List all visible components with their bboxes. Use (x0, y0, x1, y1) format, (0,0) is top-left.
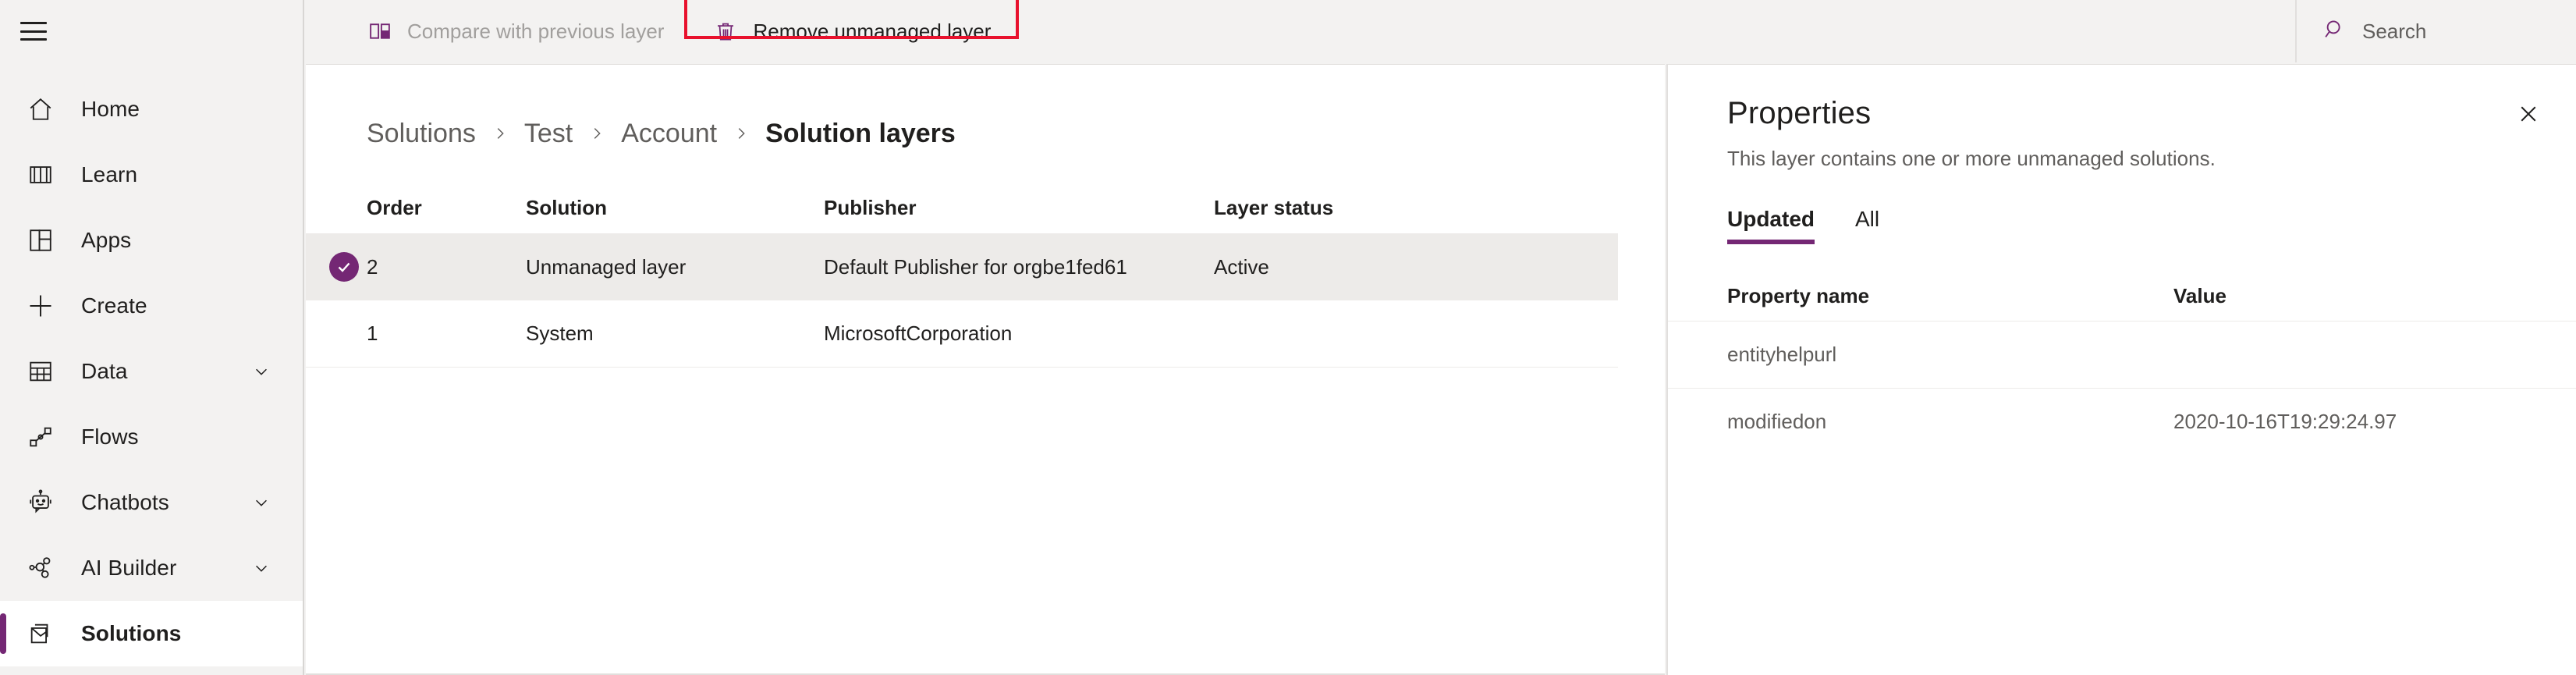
sidebar-item-flows[interactable]: Flows (0, 404, 303, 470)
sidebar: Home Learn Apps Create Data Flows Chatbo… (0, 0, 304, 675)
table-row[interactable]: 1 System MicrosoftCorporation (306, 300, 1618, 368)
sidebar-item-label: Apps (81, 228, 132, 252)
sidebar-item-label: Learn (81, 162, 138, 187)
properties-header-property-name: Property name (1727, 283, 1870, 307)
solutions-icon (20, 620, 61, 647)
compare-with-previous-layer-button[interactable]: Compare with previous layer (349, 9, 681, 54)
property-name: entityhelpurl (1727, 343, 1837, 366)
chevron-right-icon (588, 125, 605, 142)
sidebar-item-label: Data (81, 359, 128, 383)
chevron-down-icon[interactable] (253, 560, 270, 577)
properties-header-value: Value (2173, 283, 2227, 307)
table-header-solution: Solution (526, 195, 607, 219)
sidebar-item-label: Chatbots (81, 490, 169, 514)
solution-layers-table: Order Solution Publisher Layer status 2 … (306, 182, 1618, 368)
sidebar-item-label: AI Builder (81, 556, 177, 580)
app-root: Home Learn Apps Create Data Flows Chatbo… (0, 0, 2576, 675)
search-input[interactable]: Search (2295, 0, 2576, 62)
compare-with-previous-layer-label: Compare with previous layer (407, 19, 665, 43)
search-icon (2323, 18, 2347, 45)
row-select-checkbox[interactable] (306, 252, 367, 282)
compare-layers-icon (367, 20, 393, 43)
chevron-right-icon (733, 125, 750, 142)
chevron-down-icon[interactable] (253, 494, 270, 511)
table-header-publisher: Publisher (824, 195, 917, 219)
row-order: 1 (367, 322, 378, 345)
apps-grid-icon (20, 227, 61, 254)
checkmark-icon (329, 252, 359, 282)
chevron-down-icon[interactable] (253, 363, 270, 380)
home-icon (20, 96, 61, 123)
close-icon[interactable] (2512, 98, 2545, 130)
row-solution: System (526, 322, 594, 345)
table-icon (20, 358, 61, 385)
sidebar-item-home[interactable]: Home (0, 76, 303, 142)
properties-row[interactable]: entityhelpurl (1668, 321, 2576, 388)
remove-unmanaged-layer-label: Remove unmanaged layer (753, 19, 992, 43)
trash-icon (712, 20, 739, 43)
sidebar-item-create[interactable]: Create (0, 273, 303, 339)
hamburger-icon[interactable] (20, 22, 47, 41)
breadcrumb-item-solution-layers: Solution layers (765, 118, 956, 148)
sidebar-item-solutions[interactable]: Solutions (0, 601, 303, 666)
search-placeholder-label: Search (2362, 19, 2427, 43)
sidebar-item-ai-builder[interactable]: AI Builder (0, 535, 303, 601)
ai-builder-icon (20, 555, 61, 581)
row-solution: Unmanaged layer (526, 254, 687, 279)
table-header-row: Order Solution Publisher Layer status (306, 182, 1618, 233)
row-publisher: MicrosoftCorporation (824, 322, 1013, 345)
tab-updated[interactable]: Updated (1727, 201, 1815, 244)
breadcrumb-item-account[interactable]: Account (621, 119, 717, 149)
main-content: Solutions Test Account Solution layers O… (306, 64, 1665, 673)
row-publisher: Default Publisher for orgbe1fed61 (824, 254, 1127, 279)
panel-title: Properties (1727, 96, 1872, 130)
robot-icon (20, 489, 61, 516)
properties-tabs: Updated All (1727, 201, 2576, 244)
sidebar-item-apps[interactable]: Apps (0, 208, 303, 273)
flow-icon (20, 424, 61, 450)
properties-row[interactable]: modifiedon 2020-10-16T19:29:24.97 (1668, 388, 2576, 455)
sidebar-item-learn[interactable]: Learn (0, 142, 303, 208)
book-icon (20, 162, 61, 188)
panel-subtitle: This layer contains one or more unmanage… (1727, 147, 2216, 170)
plus-icon (20, 292, 61, 320)
remove-unmanaged-layer-wrapper: Remove unmanaged layer (684, 0, 1020, 54)
sidebar-item-label: Home (81, 97, 140, 121)
sidebar-item-label: Create (81, 293, 147, 318)
table-header-order: Order (367, 195, 422, 219)
command-bar: Compare with previous layer Remove unman… (306, 0, 2576, 62)
row-status: Active (1214, 254, 1269, 279)
row-order: 2 (367, 254, 378, 279)
properties-header-row: Property name Value (1668, 271, 2576, 321)
sidebar-item-chatbots[interactable]: Chatbots (0, 470, 303, 535)
breadcrumb-item-test[interactable]: Test (524, 119, 573, 149)
sidebar-item-data[interactable]: Data (0, 339, 303, 404)
remove-unmanaged-layer-button[interactable]: Remove unmanaged layer (695, 9, 1008, 54)
chevron-right-icon (491, 125, 509, 142)
breadcrumb-item-solutions[interactable]: Solutions (367, 119, 476, 149)
hamburger-menu-button[interactable] (0, 0, 303, 62)
property-value: 2020-10-16T19:29:24.97 (2173, 410, 2397, 433)
properties-table: Property name Value entityhelpurl modifi… (1668, 271, 2576, 455)
properties-panel: Properties This layer contains one or mo… (1666, 64, 2576, 675)
breadcrumb: Solutions Test Account Solution layers (306, 94, 1665, 172)
tab-all[interactable]: All (1855, 201, 1879, 244)
table-row[interactable]: 2 Unmanaged layer Default Publisher for … (306, 233, 1618, 300)
sidebar-nav-list: Home Learn Apps Create Data Flows Chatbo… (0, 76, 303, 666)
table-header-layer-status: Layer status (1214, 195, 1334, 219)
sidebar-item-label: Solutions (81, 621, 182, 645)
property-name: modifiedon (1727, 410, 1827, 433)
sidebar-item-label: Flows (81, 425, 139, 449)
